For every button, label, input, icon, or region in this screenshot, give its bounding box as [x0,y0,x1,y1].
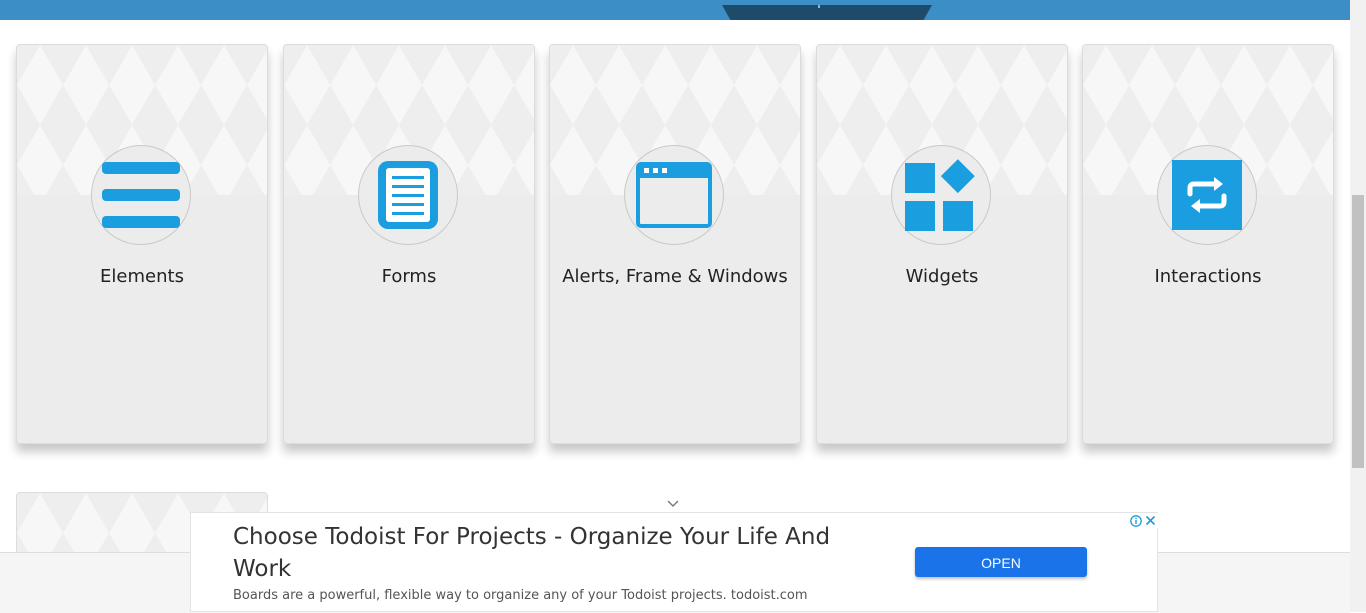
card-icon-circle [91,145,191,245]
ad-close-icon[interactable] [1143,513,1158,528]
card-alerts-frame-windows[interactable]: Alerts, Frame & Windows [549,44,801,444]
ad-headline[interactable]: Choose Todoist For Projects - Organize Y… [233,521,893,585]
card-elements[interactable]: Elements [16,44,268,444]
document-icon [378,161,438,229]
card-widgets[interactable]: Widgets [816,44,1068,444]
card-title: Elements [100,266,184,287]
ad-banner[interactable]: Choose Todoist For Projects - Organize Y… [190,512,1158,612]
ad-info-icon[interactable] [1128,513,1143,528]
card-icon-circle [891,145,991,245]
widgets-blocks-icon [905,159,975,231]
browser-window-icon [636,162,712,228]
card-icon-circle [624,145,724,245]
card-forms[interactable]: Forms [283,44,535,444]
card-title: Interactions [1154,266,1262,287]
menu-lines-icon [102,162,180,228]
card-interactions[interactable]: Interactions [1082,44,1334,444]
card-title: Widgets [905,266,979,287]
card-title: Alerts, Frame & Windows [562,266,788,287]
top-header-bar [0,0,1350,20]
card-icon-circle [1157,145,1257,245]
scrollbar-thumb[interactable] [1352,195,1364,468]
swap-arrows-icon [1172,160,1242,230]
card-title: Forms [381,266,437,287]
ad-description[interactable]: Boards are a powerful, flexible way to o… [233,588,808,603]
chevron-down-icon[interactable] [667,500,679,508]
ad-open-button[interactable]: OPEN [915,547,1087,577]
top-header-tab[interactable] [722,5,932,20]
top-header-tab-mark [818,5,820,8]
card-icon-circle [358,145,458,245]
ad-controls [1128,513,1158,528]
